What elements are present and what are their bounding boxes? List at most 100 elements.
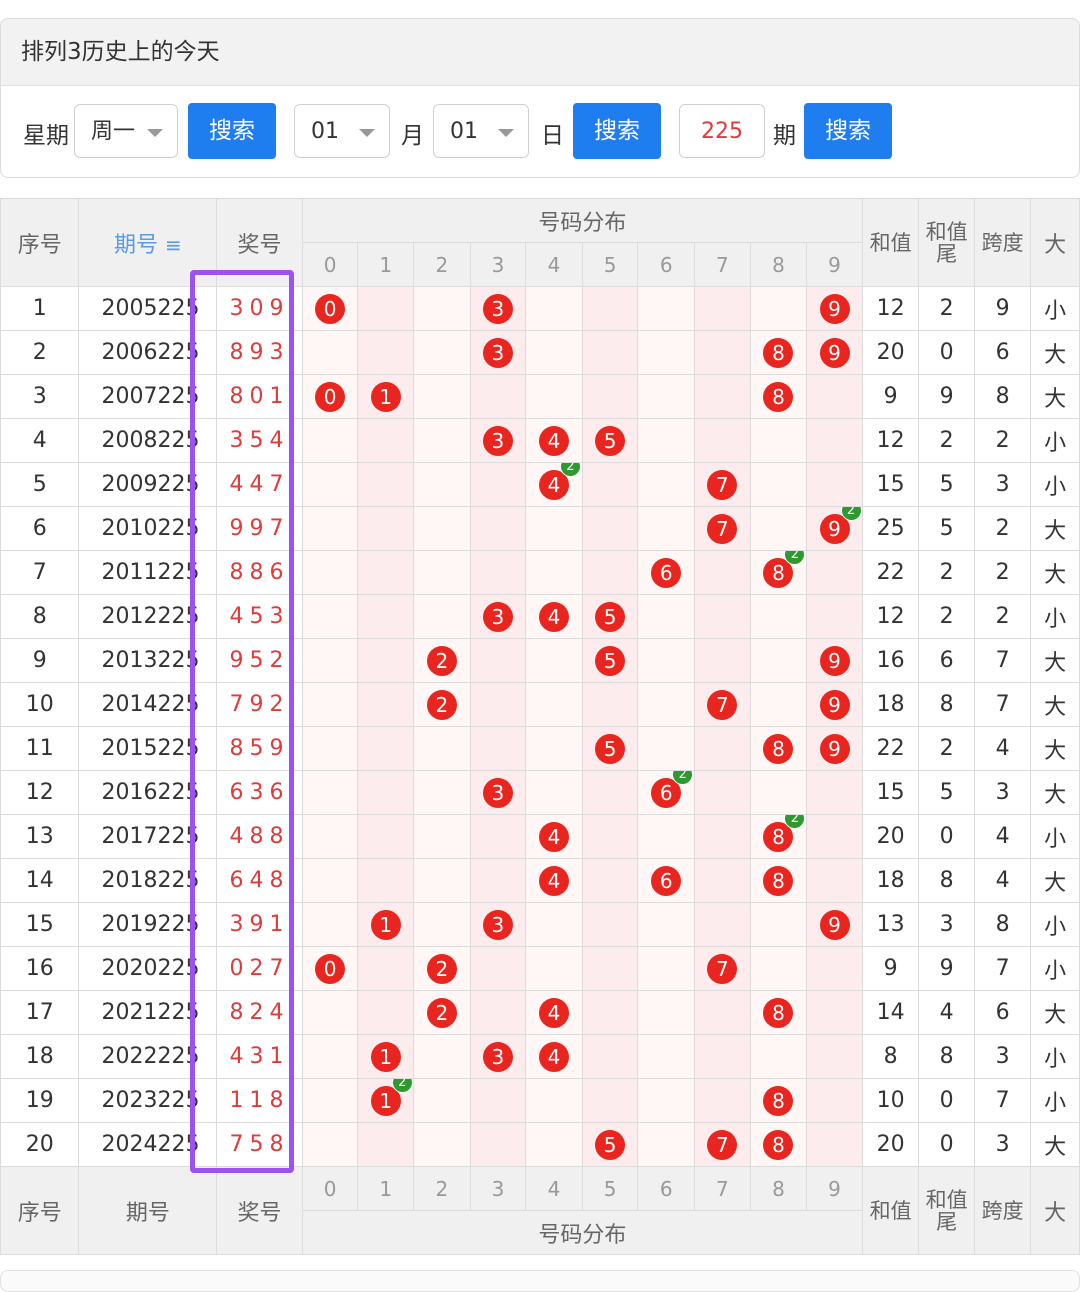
dist-cell-5 [581,374,639,419]
dist-cell-9 [806,770,863,815]
number-ball: 8 [763,337,794,368]
row-seq: 2 [0,330,80,375]
row-sum-tail: 8 [918,682,975,727]
table-footer: 序号 期号 奖号 0 1 2 3 4 5 6 7 8 9 和值 和值尾 跨度大 号码分布 [0,1166,1080,1255]
row-period: 2018225 [78,858,218,903]
dist-cell-2: 2 [413,990,471,1035]
dist-cell-9 [806,374,863,419]
row-seq: 15 [0,902,80,947]
dist-cell-5 [581,550,639,595]
number-ball: 42 [539,463,582,500]
row-sum: 20 [861,814,920,859]
row-number: 997 [216,506,303,551]
row-number: 431 [216,1034,303,1079]
dist-cell-3 [469,814,527,859]
period-label: 期 [773,123,796,149]
dist-cell-0 [301,330,359,375]
next-panel-edge [0,1270,1080,1292]
dist-cell-3 [469,682,527,727]
number-ball: 8 [763,997,794,1028]
table-row: 15 2019225 391 1 3 9 13 3 8 小 [0,902,1080,947]
dist-cell-9: 92 [806,506,863,551]
dist-cell-6 [637,286,696,331]
dist-cell-2 [413,418,471,463]
dist-cell-2 [413,374,471,419]
dist-cell-1 [357,946,415,991]
header-digit-3: 3 [469,242,527,287]
row-number: 758 [216,1122,303,1167]
row-sum: 25 [861,506,920,551]
dist-cell-9 [806,462,863,507]
dist-cell-9 [806,858,863,903]
row-sum: 9 [861,374,920,419]
dist-cell-0 [301,506,359,551]
dist-cell-2 [413,330,471,375]
table-header: 序号 期号 ≡ 奖号 号码分布 和值 和值尾 跨度 大 0123456789 [0,198,1080,287]
day-select[interactable]: 01 [433,104,529,158]
sort-icon[interactable]: ≡ [165,233,182,257]
footer-digit-2: 2 [413,1166,471,1211]
row-number: 027 [216,946,303,991]
dist-cell-4: 42 [525,462,583,507]
date-search-button[interactable]: 搜索 [573,103,661,159]
dist-cell-6 [637,594,696,639]
dist-cell-2 [413,286,471,331]
weekday-select[interactable]: 周一 [74,104,178,158]
row-period: 2006225 [78,330,218,375]
row-seq: 13 [0,814,80,859]
dist-cell-4: 4 [525,594,583,639]
dist-cell-1 [357,550,415,595]
row-sum: 20 [861,1122,920,1167]
header-period[interactable]: 期号 ≡ [78,198,218,287]
number-ball: 7 [707,953,738,984]
dist-cell-1 [357,330,415,375]
row-number: 648 [216,858,303,903]
dist-cell-7 [694,770,751,815]
header-size: 大 [1030,198,1080,287]
row-seq: 7 [0,550,80,595]
row-seq: 17 [0,990,80,1035]
weekday-search-button[interactable]: 搜索 [188,103,276,159]
number-ball: 6 [651,865,682,896]
row-period: 2008225 [78,418,218,463]
number-ball: 4 [539,821,570,852]
number-ball: 5 [595,601,626,632]
row-sum: 20 [861,330,920,375]
number-ball: 3 [482,1041,513,1072]
dist-cell-8 [749,682,808,727]
header-digit-6: 6 [637,242,696,287]
dist-cell-6 [637,374,696,419]
period-input[interactable]: 225 [679,104,765,158]
number-ball: 9 [819,689,850,720]
row-period: 2005225 [78,286,218,331]
row-sum-tail: 5 [918,462,975,507]
dist-cell-3 [469,1078,527,1123]
dist-cell-7: 7 [694,462,751,507]
footer-size: 大 [1030,1166,1080,1255]
row-sum: 18 [861,682,920,727]
number-ball: 9 [819,733,850,764]
dist-cell-4 [525,946,583,991]
table-row: 3 2007225 801 0 1 8 9 9 8 大 [0,374,1080,419]
month-select[interactable]: 01 [294,104,390,158]
table-row: 20 2024225 758 5 7 8 20 0 3 大 [0,1122,1080,1167]
row-span: 8 [973,374,1032,419]
row-number: 859 [216,726,303,771]
dist-cell-2 [413,770,471,815]
dist-cell-3 [469,374,527,419]
row-number: 391 [216,902,303,947]
number-ball: 9 [819,645,850,676]
dist-cell-3 [469,726,527,771]
dist-cell-7 [694,330,751,375]
dist-cell-7 [694,550,751,595]
dist-cell-3 [469,550,527,595]
dist-cell-5: 5 [581,1122,639,1167]
dist-cell-5 [581,858,639,903]
number-ball: 4 [539,1041,570,1072]
number-ball: 9 [819,909,850,940]
period-search-button[interactable]: 搜索 [804,103,892,159]
row-sum: 12 [861,594,920,639]
row-period: 2020225 [78,946,218,991]
dist-cell-9 [806,418,863,463]
row-span: 6 [973,330,1032,375]
